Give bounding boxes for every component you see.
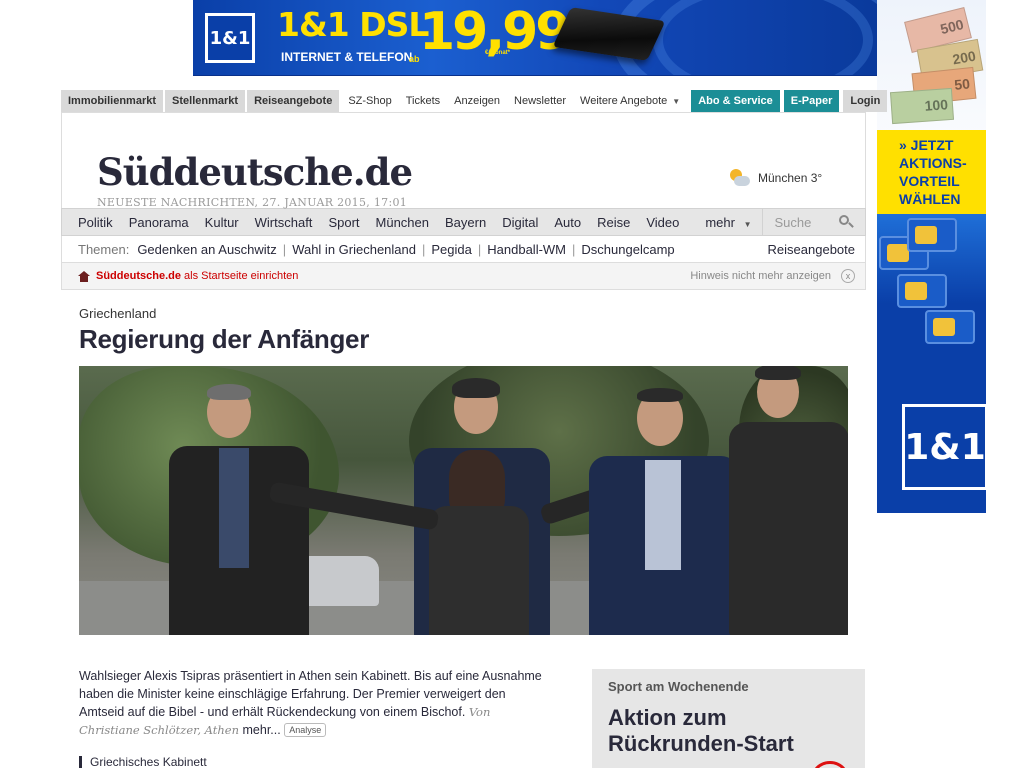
sport-teaser-box[interactable]: Sport am Wochenende Aktion zum Rückrunde… bbox=[592, 669, 865, 768]
separator: | bbox=[422, 241, 426, 257]
separator: | bbox=[282, 241, 287, 257]
hint-text: als Startseite einrichten bbox=[180, 270, 299, 282]
sim-card-image bbox=[897, 274, 947, 308]
site-logo[interactable]: Süddeutsche.de bbox=[97, 150, 413, 194]
main-page: Immobilienmarkt Stellenmarkt Reiseangebo… bbox=[61, 90, 888, 768]
link-reiseangebote[interactable]: Reiseangebote bbox=[247, 90, 342, 112]
nav-wirtschaft[interactable]: Wirtschaft bbox=[247, 215, 321, 230]
nav-more-dropdown[interactable]: mehr ▼ bbox=[695, 215, 761, 230]
set-homepage-link[interactable]: Süddeutsche.de als Startseite einrichten bbox=[96, 270, 298, 282]
theme-link[interactable]: Pegida bbox=[431, 242, 471, 257]
ad-headline: 1&1 DSL bbox=[277, 5, 429, 44]
site-header: Süddeutsche.de NEUESTE NACHRICHTEN, 27. … bbox=[61, 112, 866, 209]
article-headline[interactable]: Regierung der Anfänger bbox=[79, 324, 369, 355]
nav-video[interactable]: Video bbox=[638, 215, 687, 230]
teaser-label: Sport am Wochenende bbox=[608, 679, 749, 694]
weather-widget[interactable]: München 3° bbox=[728, 169, 822, 187]
skyscraper-ad[interactable]: 500 200 50 100 » JETZT AKTIONS- VORTEIL … bbox=[877, 0, 986, 513]
ad-subline: INTERNET & TELEFON bbox=[281, 50, 413, 64]
hint-site-name: Süddeutsche.de bbox=[96, 270, 181, 282]
nav-bayern[interactable]: Bayern bbox=[437, 215, 494, 230]
link-immobilienmarkt[interactable]: Immobilienmarkt bbox=[61, 90, 166, 112]
sim-card-image bbox=[907, 218, 957, 252]
ad-cta[interactable]: » JETZT AKTIONS- VORTEIL WÄHLEN bbox=[877, 130, 986, 214]
link-sz-shop[interactable]: SZ-Shop bbox=[341, 90, 398, 112]
home-icon bbox=[78, 270, 90, 282]
top-links-bar: Immobilienmarkt Stellenmarkt Reiseangebo… bbox=[61, 90, 888, 112]
ad-price-prefix: ab bbox=[409, 54, 420, 64]
link-e-paper[interactable]: E-Paper bbox=[783, 90, 840, 112]
ad-price-unit: €/Monat* bbox=[485, 50, 511, 56]
car-image bbox=[299, 556, 379, 606]
ad-cta-line: » JETZT bbox=[899, 137, 954, 153]
separator: | bbox=[477, 241, 482, 257]
related-article-link[interactable]: Griechisches Kabinett bbox=[79, 756, 207, 768]
link-newsletter[interactable]: Newsletter bbox=[507, 90, 573, 112]
hide-hint-link[interactable]: Hinweis nicht mehr anzeigen bbox=[690, 270, 831, 282]
link-tickets[interactable]: Tickets bbox=[399, 90, 447, 112]
close-icon[interactable]: x bbox=[841, 269, 855, 283]
person bbox=[159, 384, 309, 635]
money-image: 500 200 50 100 bbox=[877, 0, 986, 130]
article-lead: Wahlsieger Alexis Tsipras präsentiert in… bbox=[79, 667, 549, 739]
ad-cta-line: AKTIONS- bbox=[899, 155, 967, 171]
theme-link[interactable]: Handball-WM bbox=[487, 242, 566, 257]
weather-text: München 3° bbox=[758, 171, 823, 185]
nav-digital[interactable]: Digital bbox=[494, 215, 546, 230]
ad-logo: 1&1 bbox=[205, 13, 255, 63]
sim-card-image bbox=[925, 310, 975, 344]
dropdown-label: Weitere Angebote bbox=[580, 95, 668, 107]
login-button[interactable]: Login bbox=[843, 90, 888, 112]
separator: | bbox=[572, 241, 576, 257]
person bbox=[729, 366, 848, 635]
person bbox=[579, 388, 739, 635]
nav-panorama[interactable]: Panorama bbox=[121, 215, 197, 230]
article-kicker: Griechenland bbox=[79, 306, 157, 321]
nav-more-label: mehr bbox=[705, 214, 735, 230]
nav-auto[interactable]: Auto bbox=[546, 215, 589, 230]
teaser-title-line: Rückrunden-Start bbox=[608, 731, 794, 756]
theme-link[interactable]: Dschungelcamp bbox=[581, 242, 674, 257]
ad-decoration bbox=[653, 0, 873, 75]
teaser-title-line: Aktion zum bbox=[608, 705, 727, 730]
teaser-graphic bbox=[810, 761, 850, 768]
search-input[interactable]: Suche bbox=[761, 208, 865, 236]
top-banner-ad[interactable]: 1&1 1&1 DSL INTERNET & TELEFON ab 19,99 … bbox=[193, 0, 877, 76]
ad-cta-line: WÄHLEN bbox=[899, 191, 961, 207]
banknote: 100 bbox=[889, 87, 955, 125]
link-anzeigen[interactable]: Anzeigen bbox=[447, 90, 507, 112]
article-photo[interactable] bbox=[79, 366, 848, 635]
chevron-down-icon: ▼ bbox=[672, 96, 681, 106]
theme-link[interactable]: Wahl in Griechenland bbox=[292, 242, 416, 257]
weather-sun-cloud-icon bbox=[728, 169, 750, 187]
themes-label: Themen: bbox=[78, 241, 130, 257]
person bbox=[389, 450, 579, 635]
search-icon[interactable] bbox=[839, 215, 854, 229]
nav-muenchen[interactable]: München bbox=[368, 215, 437, 230]
analyse-badge: Analyse bbox=[284, 723, 327, 737]
homepage-hint-bar: Süddeutsche.de als Startseite einrichten… bbox=[61, 262, 866, 290]
link-abo-service[interactable]: Abo & Service bbox=[691, 90, 780, 112]
nav-reise[interactable]: Reise bbox=[589, 215, 638, 230]
nav-sport[interactable]: Sport bbox=[320, 215, 367, 230]
link-reiseangebote-themes[interactable]: Reiseangebote bbox=[768, 242, 865, 257]
theme-link[interactable]: Gedenken an Auschwitz bbox=[137, 242, 276, 257]
nav-kultur[interactable]: Kultur bbox=[197, 215, 247, 230]
teaser-title: Aktion zum Rückrunden-Start bbox=[608, 705, 794, 757]
nav-politik[interactable]: Politik bbox=[62, 215, 121, 230]
dropdown-weitere-angebote[interactable]: Weitere Angebote ▼ bbox=[573, 90, 687, 112]
search-placeholder: Suche bbox=[774, 214, 812, 230]
themes-bar: Themen: Gedenken an Auschwitz | Wahl in … bbox=[61, 236, 866, 262]
dateline: NEUESTE NACHRICHTEN, 27. JANUAR 2015, 17… bbox=[97, 196, 408, 209]
main-nav: Politik Panorama Kultur Wirtschaft Sport… bbox=[61, 208, 866, 236]
chevron-down-icon: ▼ bbox=[743, 219, 752, 229]
read-more-link[interactable]: mehr... bbox=[243, 723, 281, 737]
ad-cta-line: VORTEIL bbox=[899, 173, 960, 189]
link-stellenmarkt[interactable]: Stellenmarkt bbox=[165, 90, 248, 112]
ad-logo: 1&1 bbox=[902, 404, 986, 490]
